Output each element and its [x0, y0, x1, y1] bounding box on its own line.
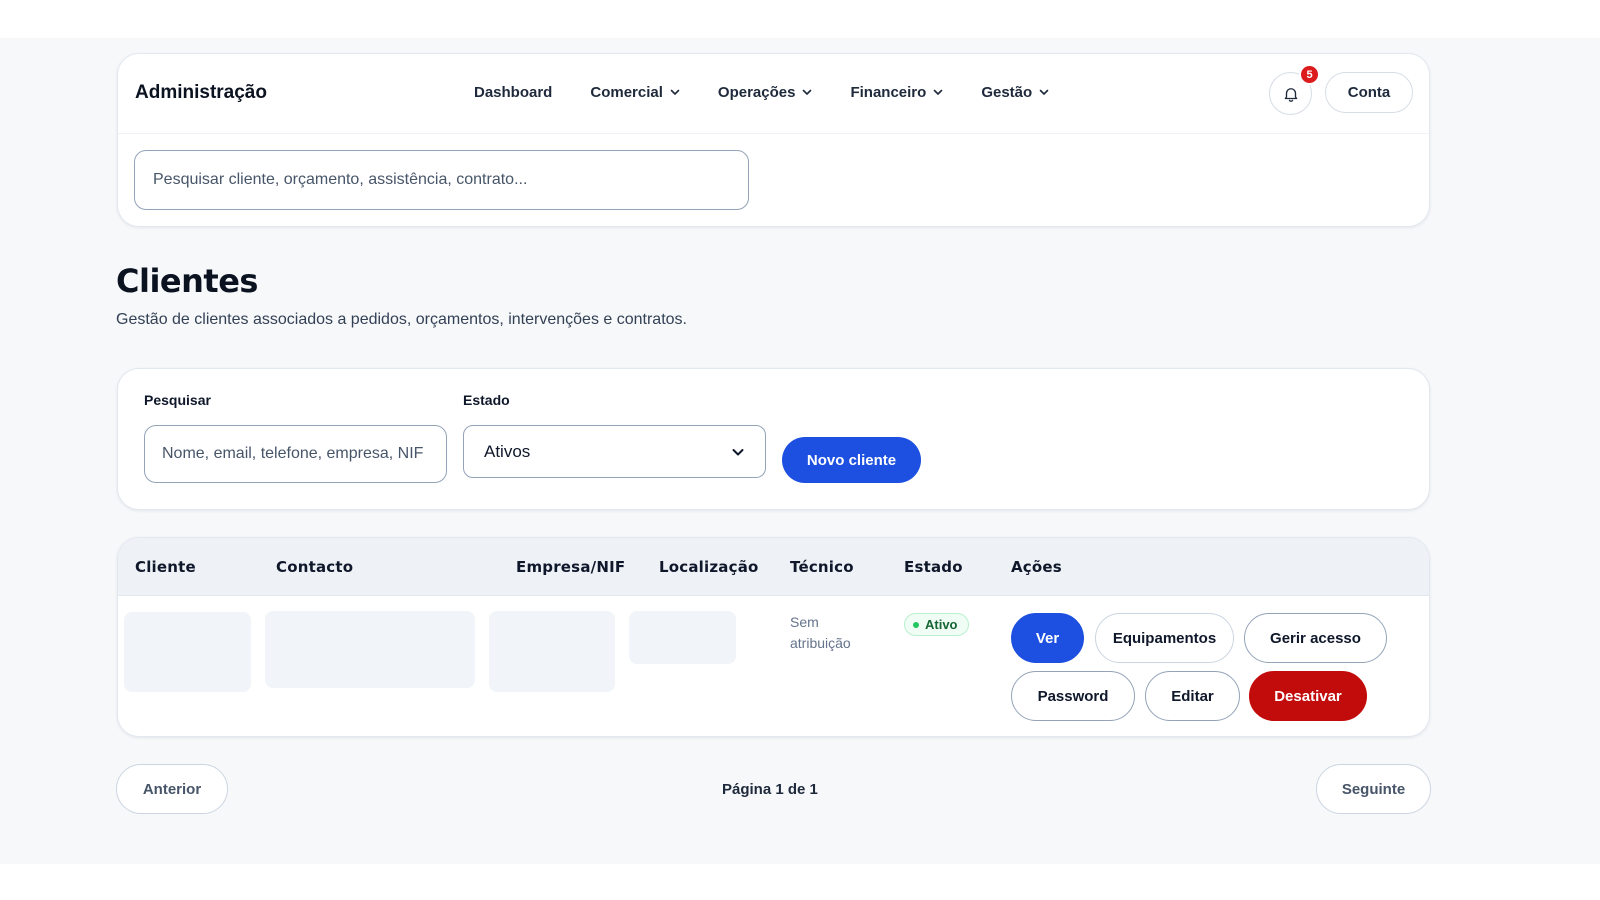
- loading-placeholder-localizacao: [629, 611, 736, 664]
- view-button[interactable]: Ver: [1011, 613, 1084, 663]
- top-bar: Administração Dashboard Comercial Operaç…: [118, 54, 1429, 134]
- chevron-down-icon: [1039, 89, 1049, 95]
- next-page-button[interactable]: Seguinte: [1316, 764, 1431, 814]
- search-label: Pesquisar: [144, 392, 211, 408]
- nav-dashboard[interactable]: Dashboard: [474, 84, 552, 101]
- nav-label: Comercial: [590, 84, 663, 101]
- nav-comercial[interactable]: Comercial: [590, 84, 680, 101]
- nav-gestao[interactable]: Gestão: [981, 84, 1049, 101]
- header-card: Administração Dashboard Comercial Operaç…: [117, 53, 1430, 227]
- filters-card: Pesquisar Estado Ativos Novo cliente: [117, 368, 1430, 510]
- status-select-value: Ativos: [484, 441, 531, 461]
- new-client-button[interactable]: Novo cliente: [782, 437, 921, 483]
- nav-financeiro[interactable]: Financeiro: [850, 84, 943, 101]
- nav-label: Gestão: [981, 84, 1033, 101]
- page-subtitle: Gestão de clientes associados a pedidos,…: [116, 311, 687, 328]
- bell-icon: [1284, 87, 1297, 102]
- notification-badge: 5: [1299, 64, 1320, 85]
- page-title: Clientes: [116, 262, 258, 300]
- page-indicator: Página 1 de 1: [722, 781, 818, 798]
- nav-label: Dashboard: [474, 84, 553, 101]
- status-dot: [913, 621, 919, 628]
- status-label: Estado: [463, 392, 510, 408]
- table-header: Cliente Contacto Empresa/NIF Localização…: [118, 538, 1429, 596]
- column-header-cliente: Cliente: [135, 558, 196, 576]
- nav-operacoes[interactable]: Operações: [718, 84, 813, 101]
- column-header-contacto: Contacto: [276, 558, 354, 576]
- chevron-down-icon: [732, 448, 744, 455]
- global-search-input[interactable]: [134, 150, 749, 210]
- technician-cell: Sem atribuição: [790, 614, 851, 651]
- password-button[interactable]: Password: [1011, 671, 1135, 721]
- edit-button[interactable]: Editar: [1145, 671, 1240, 721]
- loading-placeholder-contacto: [265, 611, 475, 688]
- chevron-down-icon: [803, 89, 812, 95]
- clients-table: Cliente Contacto Empresa/NIF Localização…: [117, 537, 1430, 737]
- brand-title: Administração: [135, 82, 267, 103]
- chevron-down-icon: [670, 89, 680, 95]
- column-header-localizacao: Localização: [659, 558, 759, 576]
- column-header-acoes: Ações: [1011, 558, 1062, 576]
- nav-label: Financeiro: [850, 84, 927, 101]
- previous-page-button[interactable]: Anterior: [116, 764, 228, 814]
- status-badge: Ativo: [904, 613, 969, 636]
- main-nav: Dashboard Comercial Operações Financeiro…: [474, 84, 1087, 101]
- equipment-button[interactable]: Equipamentos: [1095, 613, 1234, 663]
- status-text: Ativo: [925, 617, 958, 632]
- chevron-down-icon: [934, 89, 943, 95]
- manage-access-button[interactable]: Gerir acesso: [1244, 613, 1387, 663]
- account-button[interactable]: Conta: [1325, 72, 1413, 113]
- column-header-tecnico: Técnico: [790, 558, 854, 576]
- deactivate-button[interactable]: Desativar: [1249, 671, 1367, 721]
- column-header-estado: Estado: [904, 558, 963, 576]
- column-header-empresa: Empresa/NIF: [516, 558, 626, 576]
- loading-placeholder-cliente: [124, 612, 251, 692]
- client-search-input[interactable]: [144, 425, 447, 483]
- status-select[interactable]: Ativos: [463, 425, 766, 478]
- nav-label: Operações: [717, 84, 796, 101]
- loading-placeholder-empresa: [489, 611, 615, 692]
